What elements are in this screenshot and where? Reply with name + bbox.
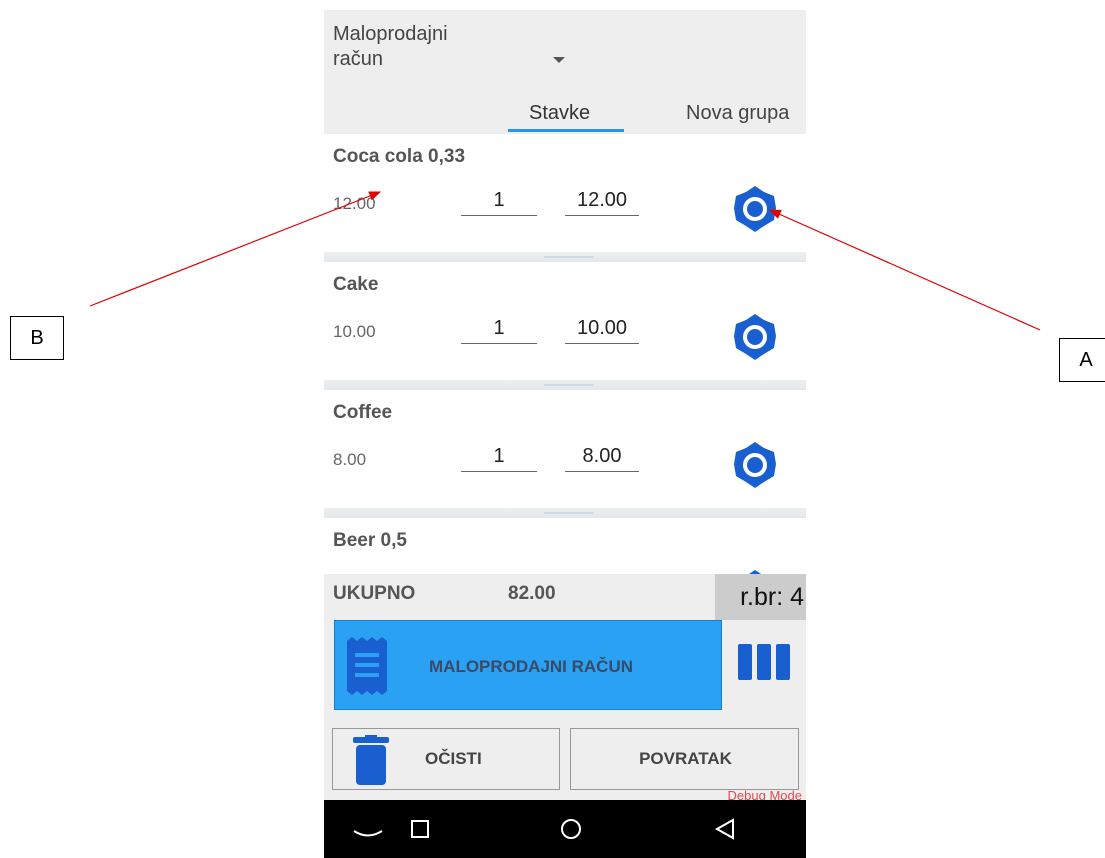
list-item: Coca cola 0,33 12.00 1 12.00 <box>324 134 806 262</box>
action-area: MALOPRODAJNI RAČUN OČISTI POVRATAK Debug… <box>324 620 806 803</box>
quantity-field[interactable]: 1 <box>461 184 537 216</box>
item-divider <box>324 508 806 518</box>
arrow-a <box>768 209 1041 331</box>
tab-stavke[interactable]: Stavke <box>529 102 590 125</box>
item-divider <box>324 380 806 390</box>
quantity-field[interactable]: 1 <box>461 312 537 344</box>
gear-icon <box>734 314 776 360</box>
item-settings-button[interactable] <box>730 440 780 490</box>
item-unit-price: 12.00 <box>333 194 376 213</box>
receipt-icon <box>347 637 387 695</box>
header-bar: Maloprodajni račun Stavke Nova grupa <box>324 10 806 134</box>
item-list[interactable]: Coca cola 0,33 12.00 1 12.00 Cake 10.00 … <box>324 134 806 574</box>
nav-recent-button[interactable] <box>390 800 450 858</box>
back-button[interactable]: POVRATAK <box>570 728 799 790</box>
total-value: 82.00 <box>508 583 556 604</box>
total-bar: UKUPNO 82.00 r.br: 4 <box>324 574 806 622</box>
item-name: Coca cola 0,33 <box>333 146 466 167</box>
document-type-label: Maloprodajni račun <box>333 23 448 70</box>
item-unit-price: 8.00 <box>333 450 367 469</box>
item-settings-button[interactable] <box>730 184 780 234</box>
trash-icon <box>353 735 389 785</box>
phone-screen: Maloprodajni račun Stavke Nova grupa Coc… <box>324 10 806 858</box>
quantity-field[interactable]: 1 <box>461 440 537 472</box>
list-item: Cake 10.00 1 10.00 <box>324 262 806 390</box>
document-type-select[interactable]: Maloprodajni račun <box>333 22 565 82</box>
item-name: Cake <box>333 274 379 295</box>
nav-back-button[interactable] <box>338 800 398 858</box>
nav-back-icon <box>353 830 383 837</box>
retail-receipt-label: MALOPRODAJNI RAČUN <box>429 657 633 676</box>
item-counter: r.br: 4 <box>715 574 806 620</box>
item-name: Coffee <box>333 402 393 423</box>
nav-triangle-button[interactable] <box>695 800 755 858</box>
nav-square-icon <box>411 820 429 838</box>
annotation-a: A <box>1059 338 1105 382</box>
item-divider <box>324 252 806 262</box>
nav-home-button[interactable] <box>541 800 601 858</box>
tab-nova-grupa[interactable]: Nova grupa <box>686 102 789 125</box>
line-total-field[interactable]: 12.00 <box>565 184 639 216</box>
android-nav-bar <box>324 800 806 858</box>
item-name: Beer 0,5 <box>333 530 407 551</box>
list-item: Beer 0,5 <box>324 518 806 574</box>
item-settings-button[interactable] <box>730 312 780 362</box>
dropdown-arrow-icon <box>553 57 565 63</box>
total-label: UKUPNO <box>333 583 416 604</box>
nav-triangle-icon <box>714 818 734 840</box>
list-item: Coffee 8.00 1 8.00 <box>324 390 806 518</box>
retail-receipt-button[interactable]: MALOPRODAJNI RAČUN <box>334 620 722 710</box>
line-total-field[interactable]: 8.00 <box>565 440 639 472</box>
clear-button[interactable]: OČISTI <box>332 728 560 790</box>
line-total-field[interactable]: 10.00 <box>565 312 639 344</box>
gear-icon <box>734 442 776 488</box>
clear-label: OČISTI <box>425 749 482 768</box>
annotation-b: B <box>10 316 64 360</box>
nav-circle-icon <box>561 819 581 839</box>
back-label: POVRATAK <box>639 749 732 768</box>
item-unit-price: 10.00 <box>333 322 376 341</box>
gear-icon <box>734 186 776 232</box>
more-options-button[interactable] <box>736 644 792 690</box>
active-tab-indicator <box>508 129 624 132</box>
